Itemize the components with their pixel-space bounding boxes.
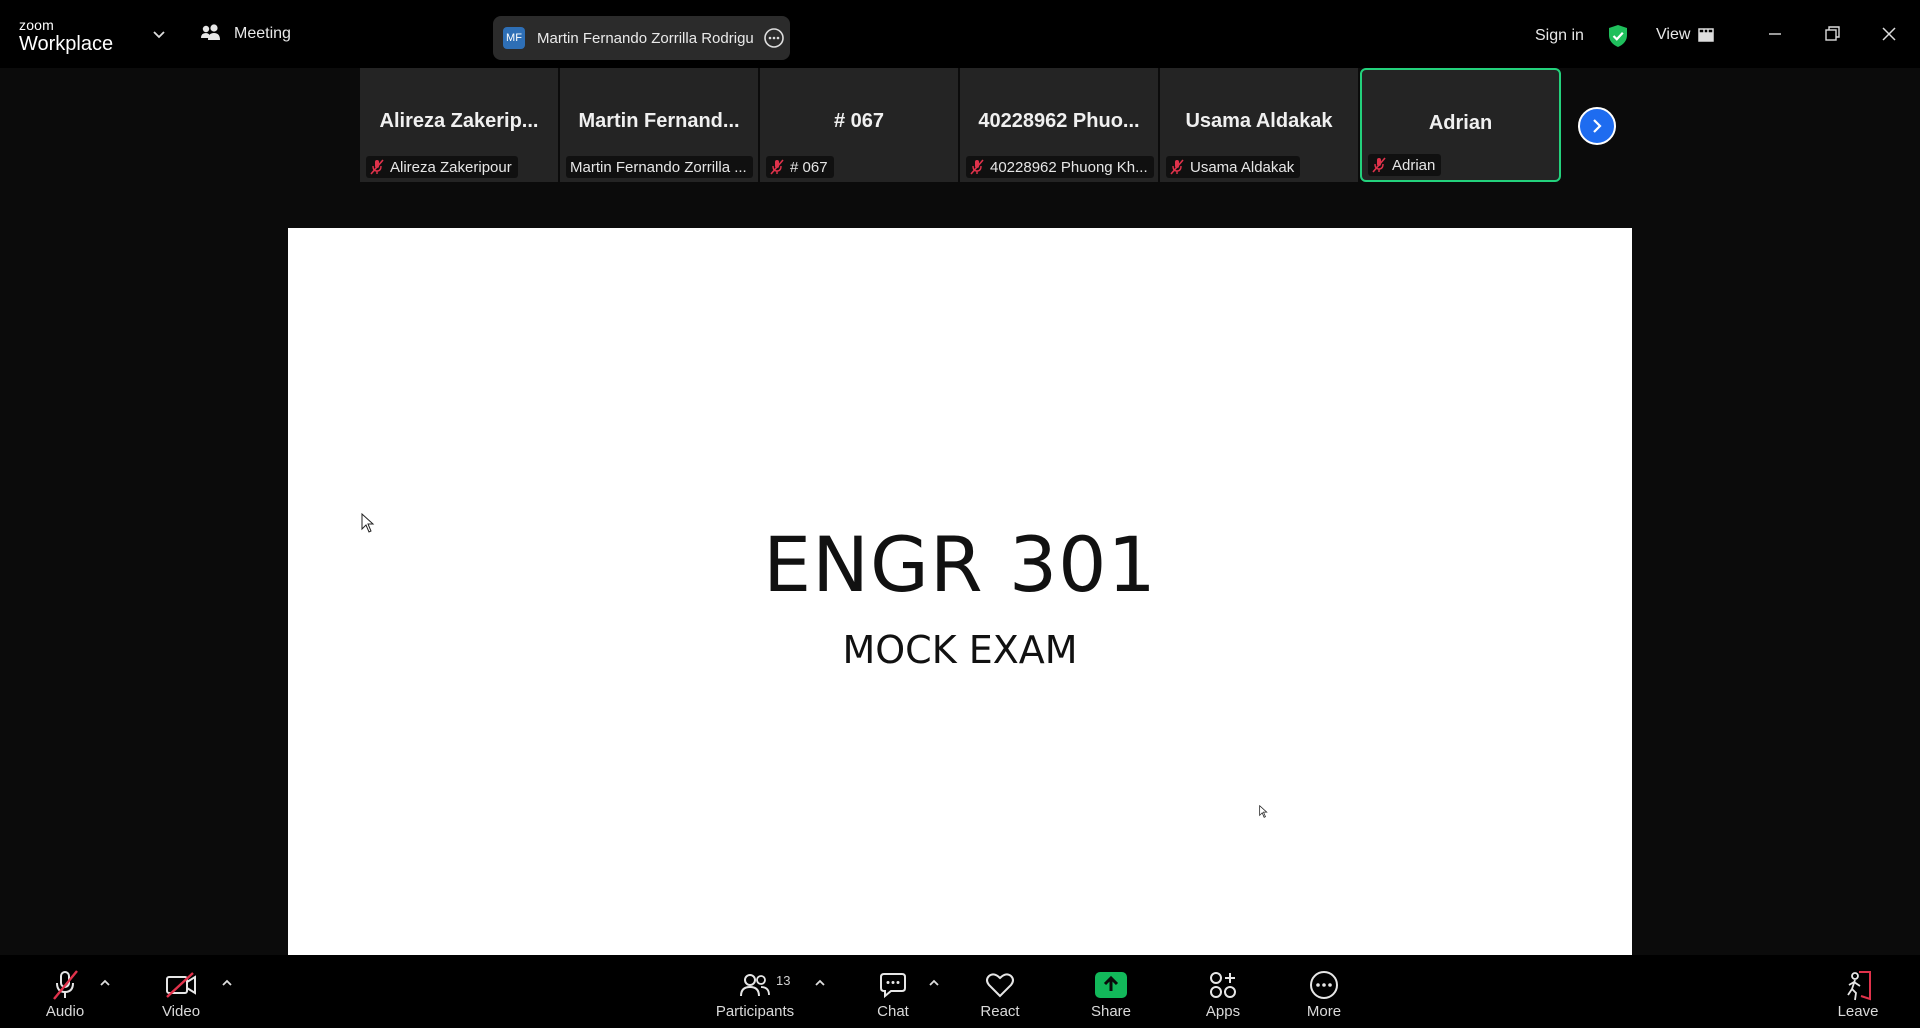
leave-door-icon <box>1847 971 1871 1001</box>
leave-label: Leave <box>1837 1003 1879 1020</box>
meeting-label: Meeting <box>234 25 291 42</box>
apps-button[interactable]: Apps <box>1201 955 1245 1028</box>
active-speaker-indicator[interactable]: MF Martin Fernando Zorrilla Rodrigu <box>493 16 790 60</box>
mic-muted-icon <box>1170 159 1184 175</box>
meeting-toolbar: Audio Video Participants 13 Chat React S… <box>0 955 1920 1028</box>
grid-view-icon <box>1698 28 1715 42</box>
participant-label: Alireza Zakeripour <box>366 156 518 178</box>
chat-options-caret-icon[interactable] <box>927 976 941 990</box>
more-icon <box>1310 971 1338 999</box>
participant-display-name: Adrian <box>1428 112 1493 134</box>
chevron-down-icon[interactable] <box>152 28 166 42</box>
participants-button[interactable]: Participants <box>714 955 796 1028</box>
participants-icon <box>740 974 770 997</box>
participants-options-caret-icon[interactable] <box>813 976 827 990</box>
meeting-people-icon <box>201 24 220 40</box>
title-bar: zoom Workplace Meeting MF Martin Fernand… <box>0 0 1920 68</box>
zoom-workplace-logo[interactable]: zoom Workplace <box>19 18 113 54</box>
participant-tile-active[interactable]: Adrian Adrian <box>1360 68 1561 182</box>
participant-display-name: # 067 <box>833 110 885 132</box>
participant-tile[interactable]: 40228962 Phuo... 40228962 Phuong Kh... <box>960 68 1158 182</box>
participant-label: Adrian <box>1368 154 1442 176</box>
logo-big-text: Workplace <box>19 33 114 55</box>
heart-icon <box>986 973 1014 998</box>
more-label: More <box>1306 1003 1342 1020</box>
video-options-caret-icon[interactable] <box>220 976 234 990</box>
participant-tile[interactable]: Usama Aldakak Usama Aldakak <box>1160 68 1358 182</box>
mic-muted-icon <box>770 159 784 175</box>
more-button[interactable]: More <box>1302 955 1346 1028</box>
participant-strip: Alireza Zakerip... Alireza Zakeripour Ma… <box>360 68 1561 182</box>
view-label: View <box>1656 26 1691 43</box>
participant-label-text: Adrian <box>1392 156 1436 174</box>
share-label: Share <box>1090 1003 1132 1020</box>
participant-label: # 067 <box>766 156 834 178</box>
mouse-cursor-icon <box>361 513 375 533</box>
meeting-button[interactable]: Meeting <box>200 24 291 44</box>
logo-small-text: zoom <box>19 17 55 33</box>
slide-title: ENGR 301 <box>763 520 1157 609</box>
react-button[interactable]: React <box>978 955 1022 1028</box>
remote-cursor-icon <box>1259 805 1268 818</box>
shared-screen[interactable]: ENGR 301 MOCK EXAM <box>288 228 1632 955</box>
chat-label: Chat <box>877 1003 909 1020</box>
participant-label: Usama Aldakak <box>1166 156 1301 178</box>
participant-label: Martin Fernando Zorrilla ... <box>566 156 753 178</box>
audio-button[interactable]: Audio <box>40 955 90 1028</box>
speaker-avatar: MF <box>503 27 525 49</box>
share-screen-icon <box>1095 972 1127 998</box>
security-shield-icon[interactable] <box>1607 24 1629 48</box>
audio-options-caret-icon[interactable] <box>98 976 112 990</box>
video-label: Video <box>161 1003 201 1020</box>
apps-label: Apps <box>1205 1003 1241 1020</box>
participant-display-name: Martin Fernand... <box>578 110 740 132</box>
participant-label-text: Alireza Zakeripour <box>390 158 512 176</box>
slide-subtitle: MOCK EXAM <box>842 628 1078 672</box>
participant-tile[interactable]: # 067 # 067 <box>760 68 958 182</box>
participants-count: 13 <box>776 973 791 988</box>
next-page-button[interactable] <box>1578 107 1616 145</box>
chevron-right-icon <box>1593 119 1602 133</box>
sign-in-link[interactable]: Sign in <box>1535 27 1584 45</box>
restore-icon[interactable] <box>1820 22 1844 46</box>
participant-display-name: Alireza Zakerip... <box>379 110 539 132</box>
close-icon[interactable] <box>1877 22 1901 46</box>
mic-muted-icon <box>370 159 384 175</box>
participant-tile[interactable]: Martin Fernand... Martin Fernando Zorril… <box>560 68 758 182</box>
minimize-icon[interactable] <box>1763 22 1787 46</box>
chat-bubble-icon <box>880 973 906 999</box>
speaker-more-icon[interactable] <box>763 27 785 49</box>
participant-display-name: Usama Aldakak <box>1185 110 1333 132</box>
participant-tile[interactable]: Alireza Zakerip... Alireza Zakeripour <box>360 68 558 182</box>
video-button[interactable]: Video <box>156 955 206 1028</box>
mic-muted-icon <box>1372 157 1386 173</box>
view-button[interactable]: View <box>1656 26 1715 44</box>
microphone-muted-icon <box>53 970 78 1000</box>
react-label: React <box>980 1003 1020 1020</box>
chat-button[interactable]: Chat <box>873 955 913 1028</box>
share-button[interactable]: Share <box>1088 955 1134 1028</box>
participant-label: 40228962 Phuong Kh... <box>966 156 1154 178</box>
mic-muted-icon <box>970 159 984 175</box>
participant-display-name: 40228962 Phuo... <box>978 110 1140 132</box>
leave-button[interactable]: Leave <box>1836 955 1880 1028</box>
audio-label: Audio <box>45 1003 85 1020</box>
video-camera-off-icon <box>166 972 196 998</box>
participants-label: Participants <box>715 1003 795 1020</box>
participant-label-text: 40228962 Phuong Kh... <box>990 158 1148 176</box>
participant-label-text: Usama Aldakak <box>1190 158 1295 176</box>
apps-icon <box>1210 972 1236 998</box>
speaker-name: Martin Fernando Zorrilla Rodrigu <box>537 29 754 47</box>
participant-label-text: # 067 <box>790 158 828 176</box>
participant-label-text: Martin Fernando Zorrilla ... <box>570 158 747 176</box>
